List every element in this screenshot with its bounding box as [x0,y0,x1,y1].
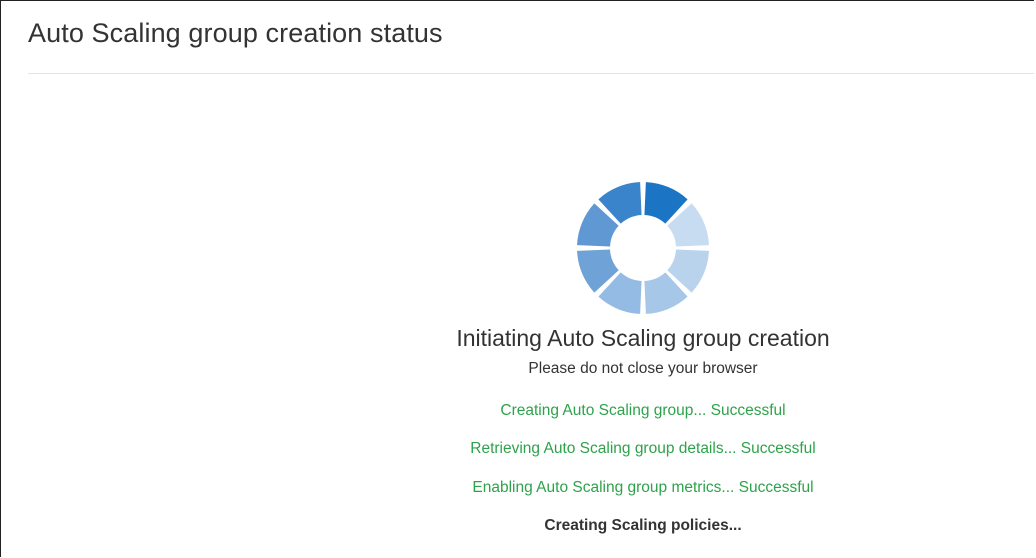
status-subheading: Please do not close your browser [528,360,758,377]
status-heading: Initiating Auto Scaling group creation [456,325,830,351]
step-item-create-group: Creating Auto Scaling group... Successfu… [500,402,786,419]
page-title: Auto Scaling group creation status [28,18,443,48]
step-item-create-policies: Creating Scaling policies... [544,516,742,534]
step-item-retrieve-details: Retrieving Auto Scaling group details...… [470,440,816,458]
status-panel: Auto Scaling group creation status Initi… [0,0,1034,557]
step-item-enable-metrics: Enabling Auto Scaling group metrics... S… [472,478,814,496]
progress-steps-list: Creating Auto Scaling group... Successfu… [1,402,1036,555]
loading-spinner-icon [577,182,709,314]
title-divider [28,73,1034,74]
